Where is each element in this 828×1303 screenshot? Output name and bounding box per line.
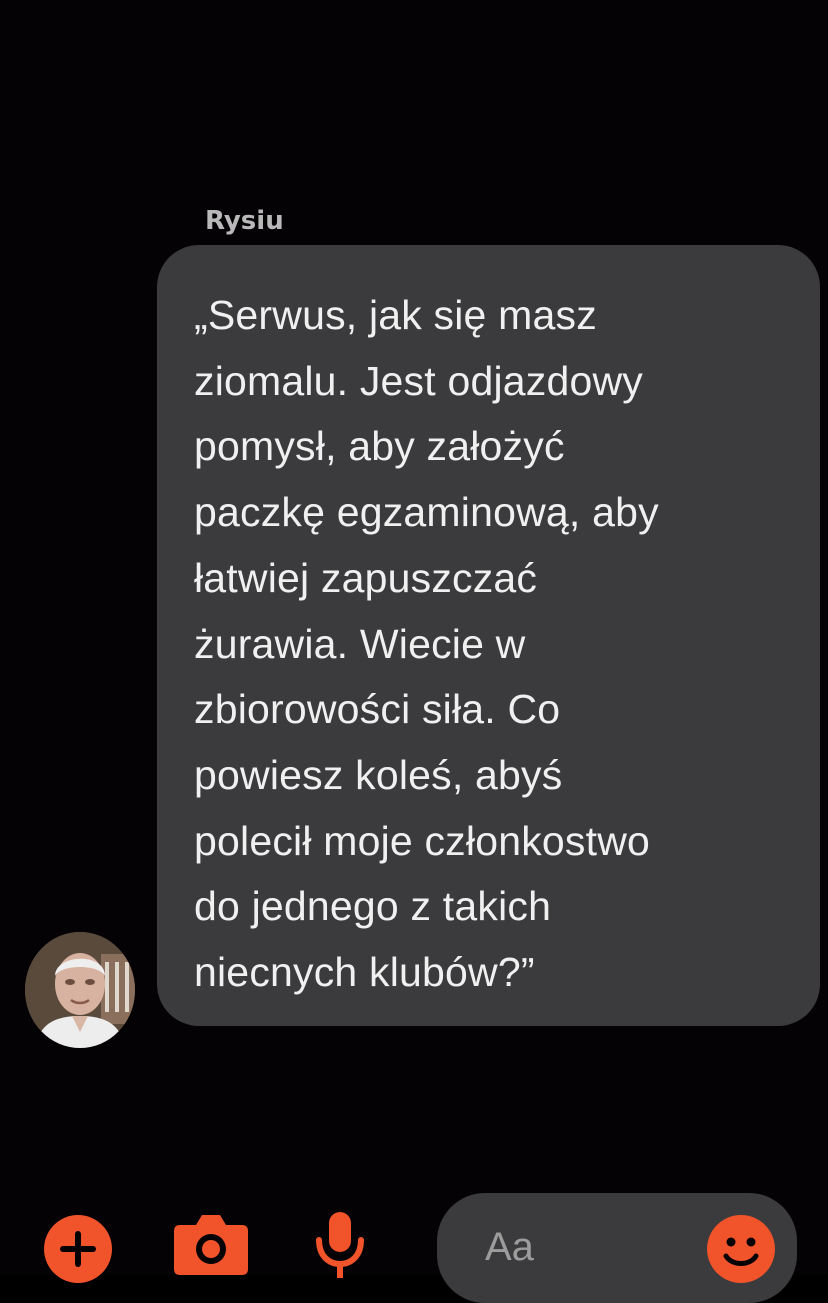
smiley-icon[interactable] [705,1213,777,1285]
message-line: powiesz koleś, abyś [194,751,563,798]
message-line: polecił moje członkostwo [194,817,651,864]
sender-avatar[interactable] [25,932,135,1048]
sender-name: Rysiu [205,206,284,236]
avatar-portrait [25,932,135,1048]
camera-icon[interactable] [172,1213,250,1275]
chat-screen: Rysiu „Serwus, jak się masz ziomalu. Jes… [0,0,828,1303]
message-line: niecnych klubów?” [194,949,535,996]
message-line: do jednego z takich [194,883,552,930]
message-line: ziomalu. Jest odjazdowy [194,357,643,404]
plus-icon[interactable] [42,1213,114,1285]
message-bubble[interactable]: „Serwus, jak się masz ziomalu. Jest odja… [157,245,820,1026]
message-line: zbiorowości siła. Co [194,686,561,733]
microphone-icon[interactable] [313,1210,367,1280]
message-line: „Serwus, jak się masz [194,292,597,338]
message-line: żurawia. Wiecie w [194,620,526,667]
message-line: łatwiej zapuszczać [194,554,538,601]
message-input-placeholder: Aa [485,1225,534,1269]
message-line: paczkę egzaminową, aby [194,489,659,536]
message-line: pomysł, aby założyć [194,423,565,470]
